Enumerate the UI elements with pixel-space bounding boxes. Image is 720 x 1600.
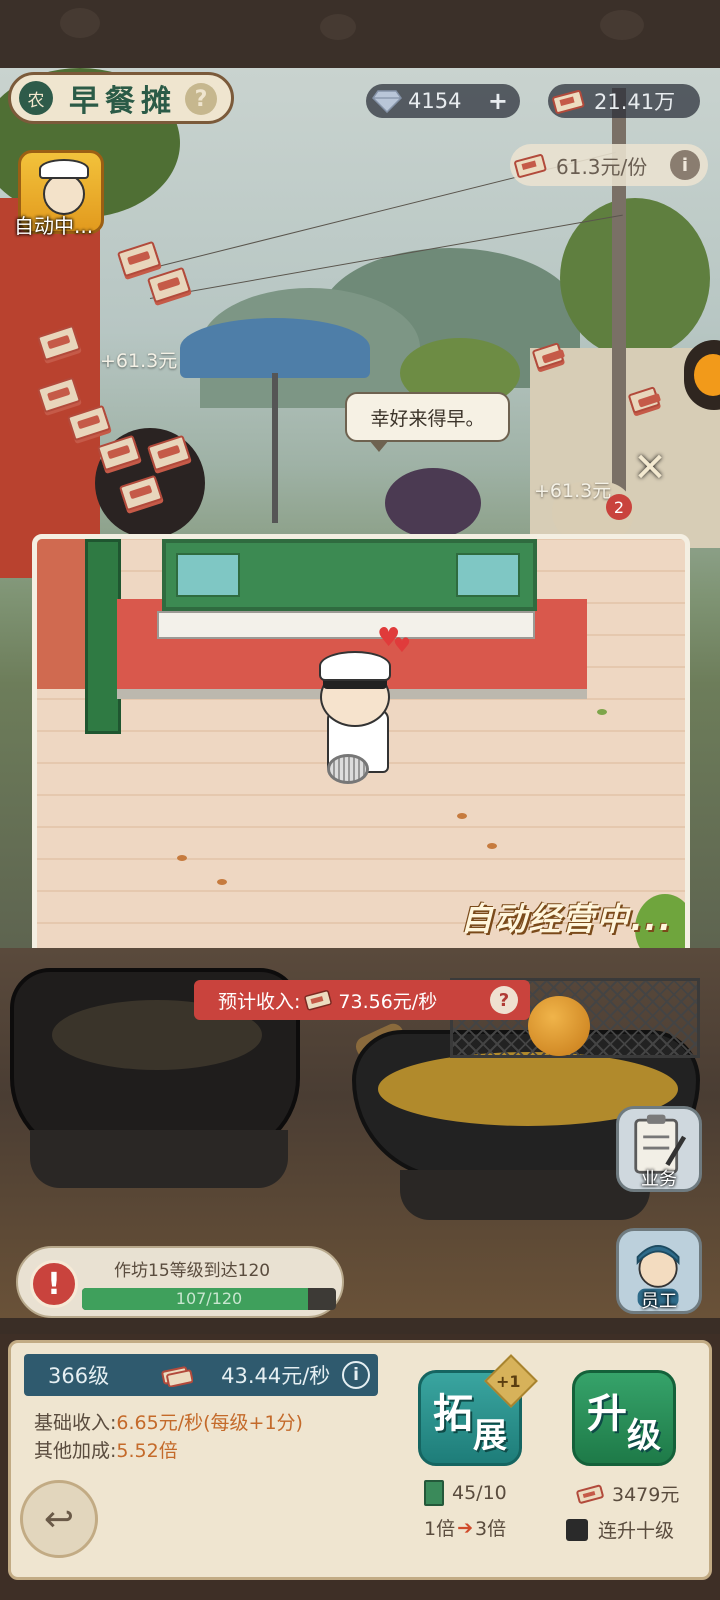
sesame-ball [528,996,590,1056]
chef-hat [39,159,89,179]
leaf [457,813,467,819]
leaf [217,879,227,885]
shop-wall [37,539,85,689]
arrow-right-icon: ➔ [457,1516,474,1539]
counter-ledge [157,611,535,639]
base-income-label: 基础收入: [34,1412,117,1434]
leaf [487,843,497,849]
projected-income-label: 预计收入: [218,990,301,1013]
add-gems-button[interactable]: + [488,87,508,115]
staff-label: 员工 [641,1291,677,1312]
gem-counter: 4154 + [366,84,520,118]
wok-stand [400,1170,650,1220]
top-strip [0,0,720,68]
cash-stack-icon [514,154,547,178]
cash-stack-icon [304,990,333,1011]
window-glass [176,553,240,597]
pot-stand [30,1130,288,1188]
auto-running-text: 自动经营中... [460,900,673,938]
bonus-value: 5.52倍 [116,1440,178,1462]
multiplier-from: 1倍 [424,1518,456,1540]
help-icon[interactable]: ? [185,83,217,115]
cash-amount: 21.41万 [594,90,676,114]
bonus-label: 其他加成: [34,1440,117,1462]
goal-progress-track: 107/120 [82,1288,336,1310]
projected-income-value: 73.56元/秒 [338,990,438,1013]
leaf [177,855,187,861]
bonus-line: 其他加成:5.52倍 [34,1436,178,1463]
upgrade-ten-label: 连升十级 [598,1520,675,1542]
back-button[interactable]: ↩ [20,1480,98,1558]
upgrade-ten-option[interactable]: 连升十级 [566,1516,674,1543]
cash-stack-icon [161,1366,194,1387]
back-arrow-icon: ↩ [43,1498,75,1540]
alert-icon: ! [30,1260,78,1308]
upgrade-cost: 3479元 [576,1480,679,1507]
goal-text: 作坊15等级到达120 [114,1261,271,1281]
float-income: +61.3元 [100,350,178,372]
staff-button[interactable]: 员工 [616,1228,702,1314]
green-door [85,539,121,734]
leaf [597,709,607,715]
level-rate: 43.44元/秒 [221,1364,331,1388]
float-income: +61.3元 [534,480,612,502]
customer-grandma-hat [385,468,481,538]
chef-face [43,173,85,215]
projected-income-chip: 预计收入: 73.56元/秒 ? [194,980,530,1020]
decor-blob [60,8,100,38]
queue-count-badge: 2 [606,494,632,520]
expand-cost: 45/10 [424,1480,507,1506]
base-income-line: 基础收入:6.65元/秒(每级+1分) [34,1408,303,1435]
level-bar: 366级 43.44元/秒 i [24,1354,378,1396]
umbrella [180,318,370,378]
info-icon[interactable]: i [342,1361,370,1389]
heart-icon: ♥ [393,633,411,657]
cash-counter: 21.41万 [548,84,700,118]
business-button[interactable]: 业务 [616,1106,702,1192]
cash-stack-icon [576,1484,604,1504]
expand-char-1: 拓 [433,1391,473,1437]
upgrade-cost-value: 3479元 [612,1484,680,1506]
decor-blob [600,10,644,40]
upgrade-button[interactable]: 升 级 [572,1370,676,1466]
cook-hat [319,651,391,681]
base-income-value: 6.65元/秒(每级+1分) [116,1412,303,1434]
price-per-serving-value: 61.3元/份 [556,154,648,179]
stall-title: 早餐摊 [69,84,177,119]
diamond-icon [372,90,402,113]
plus-badge-text: +1 [496,1372,521,1391]
umbrella-pole [272,373,278,523]
help-icon[interactable]: ? [490,986,518,1014]
auto-status-label: 自动中... [14,214,94,238]
level-value: 366级 [48,1364,110,1388]
multiplier-to: 3倍 [475,1518,507,1540]
expand-char-2: 展 [473,1415,507,1456]
counter-window [162,539,537,611]
strainer-ladle [327,754,369,784]
book-icon [424,1480,444,1506]
decor-blob [320,14,356,40]
mascot-icon [694,354,720,396]
window-glass [456,553,520,597]
auto-run-popup: ♥ ♥ 自动经营中... [32,534,690,959]
workshop-goal-bar[interactable]: ! 作坊15等级到达120 107/120 [16,1246,344,1318]
upgrade-ten-checkbox[interactable] [566,1518,588,1541]
gem-count: 4154 [408,89,462,113]
close-icon[interactable]: ✕ [630,448,670,488]
info-icon[interactable]: i [670,150,700,180]
price-per-serving[interactable]: 61.3元/份 i [510,144,708,186]
expand-cost-value: 45/10 [452,1482,507,1504]
goal-progress-count: 107/120 [175,1289,243,1308]
farm-badge: 农 [19,81,53,115]
upgrade-char-1: 升 [587,1391,627,1437]
stall-title-chip[interactable]: 农 早餐摊 ? [8,72,234,124]
cash-stack-icon [552,90,585,114]
upgrade-char-2: 级 [627,1415,661,1456]
customer-speech-bubble: 幸好来得早。 [345,392,510,452]
expand-multiplier: 1倍 ➔ 3倍 [424,1514,506,1541]
business-label: 业务 [641,1169,677,1190]
